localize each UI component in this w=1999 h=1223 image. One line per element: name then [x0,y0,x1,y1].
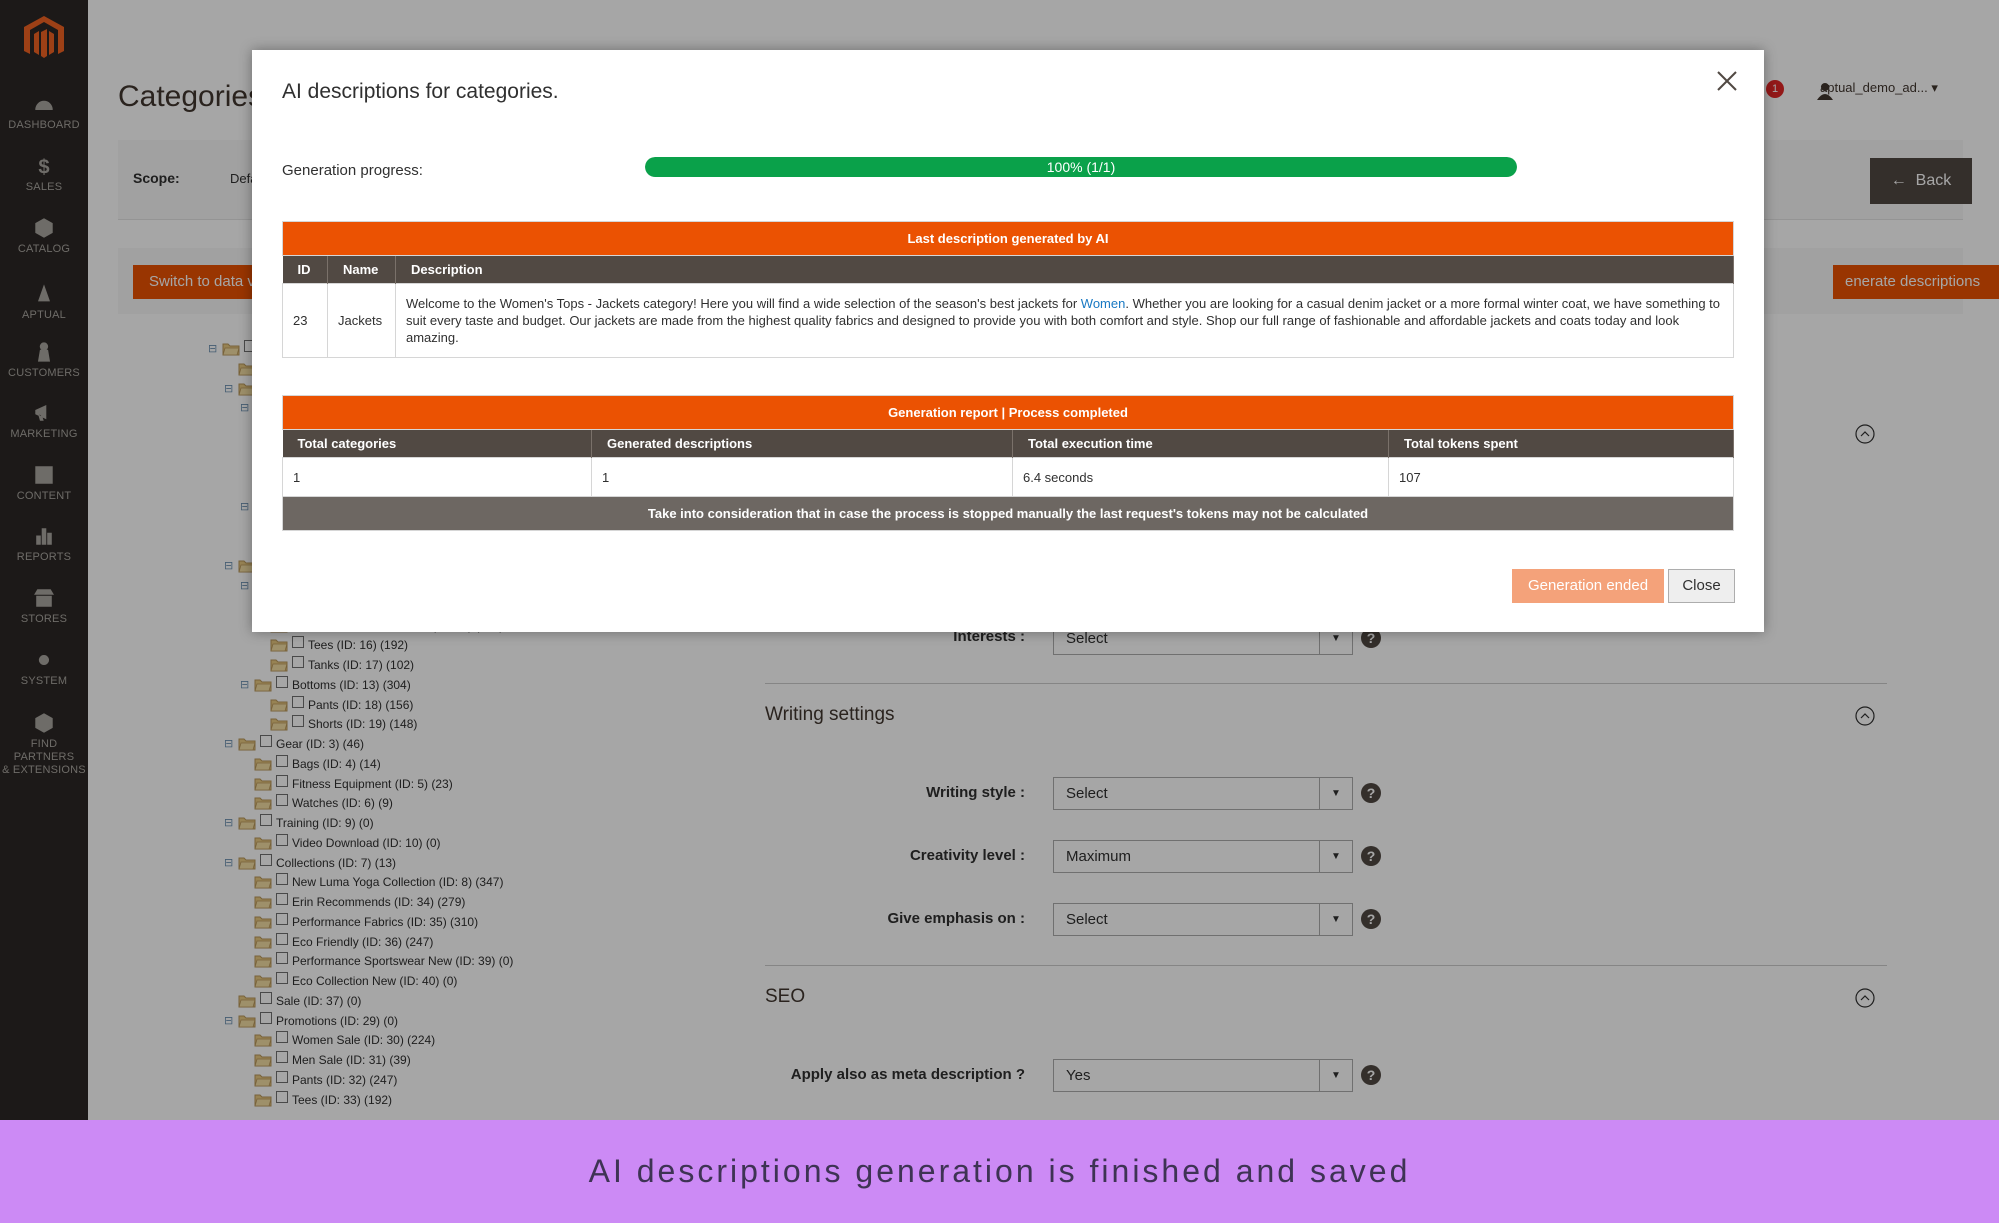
description-text: Welcome to the Women's Tops - Jackets ca… [406,296,1081,311]
progress-label: Generation progress: [282,162,423,179]
banner-text: AI descriptions generation is finished a… [588,1153,1411,1189]
column-header: Total categories [282,429,592,458]
column-header: Total tokens spent [1388,429,1734,458]
column-header: Generated descriptions [591,429,1013,458]
close-icon[interactable] [1712,66,1742,96]
table-row: 1 1 6.4 seconds 107 [282,457,1734,497]
column-header: Name [327,255,396,284]
modal-title: AI descriptions for categories. [282,80,559,103]
cell-generated-descriptions: 1 [591,457,1013,497]
table-caption: Last description generated by AI [282,221,1734,256]
column-header: Description [395,255,1734,284]
last-description-table: Last description generated by AI ID Name… [282,221,1734,358]
column-header: Total execution time [1012,429,1389,458]
cell-execution-time: 6.4 seconds [1012,457,1389,497]
cell-id: 23 [282,283,328,358]
category-link[interactable]: Women [1081,296,1126,311]
generation-progress-bar: 100% (1/1) [645,157,1517,177]
ai-descriptions-modal: AI descriptions for categories. Generati… [252,50,1764,632]
generation-ended-button[interactable]: Generation ended [1512,569,1664,603]
table-row: 23 Jackets Welcome to the Women's Tops -… [282,283,1734,358]
caption-banner: AI descriptions generation is finished a… [0,1120,1999,1223]
close-button[interactable]: Close [1668,569,1735,603]
table-caption: Generation report | Process completed [282,395,1734,430]
cell-name: Jackets [327,283,396,358]
progress-text: 100% (1/1) [1046,159,1116,175]
cell-description: Welcome to the Women's Tops - Jackets ca… [395,283,1734,358]
generation-report-table: Generation report | Process completed To… [282,395,1734,531]
cell-total-categories: 1 [282,457,592,497]
column-header: ID [282,255,328,284]
report-note: Take into consideration that in case the… [282,496,1734,531]
cell-tokens-spent: 107 [1388,457,1734,497]
